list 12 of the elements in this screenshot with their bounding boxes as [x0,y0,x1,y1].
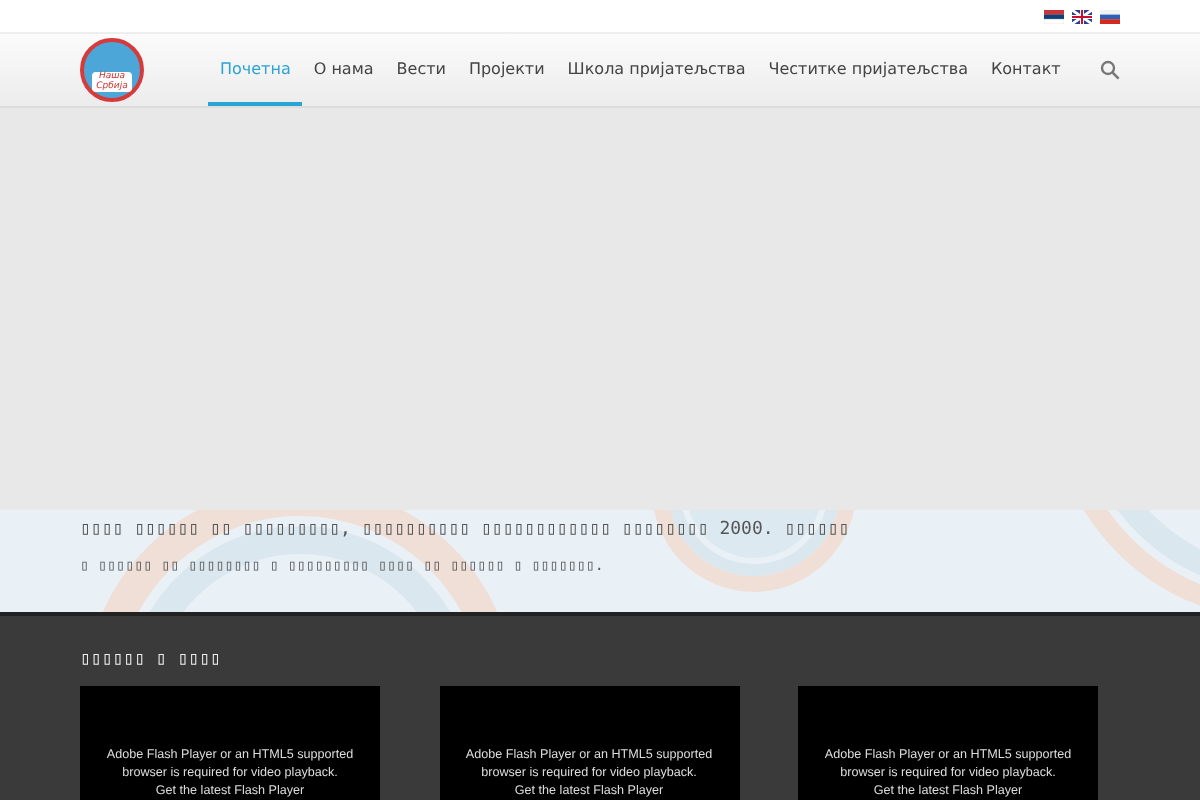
nav-link[interactable]: Пројекти [456,34,557,106]
search-icon[interactable] [1100,60,1120,80]
intro-text: ▯▯▯▯ ▯▯▯▯▯▯ ▯▯ ▯▯▯▯▯▯▯▯▯, ▯▯▯▯▯▯▯▯▯▯ ▯▯▯▯▯▯▯▯▯▯▯▯ ▯▯▯▯▯▯▯▯ 2000. ▯▯▯▯▯▯ [80,518,852,544]
section-heading: ▯▯▯▯▯▯ ▯ ▯▯▯▯ [80,648,223,672]
russian-flag-icon[interactable] [1100,9,1120,23]
nav-link[interactable]: Контакт [978,34,1073,106]
nav-link[interactable]: Вести [384,34,458,106]
serbian-flag-icon[interactable] [1044,9,1064,23]
nav-link[interactable]: Школа пријатељства [555,34,758,106]
british-flag-icon[interactable] [1072,9,1092,23]
nav-link[interactable]: Честитке пријатељства [756,34,980,106]
nav-link[interactable]: О нама [301,34,386,106]
